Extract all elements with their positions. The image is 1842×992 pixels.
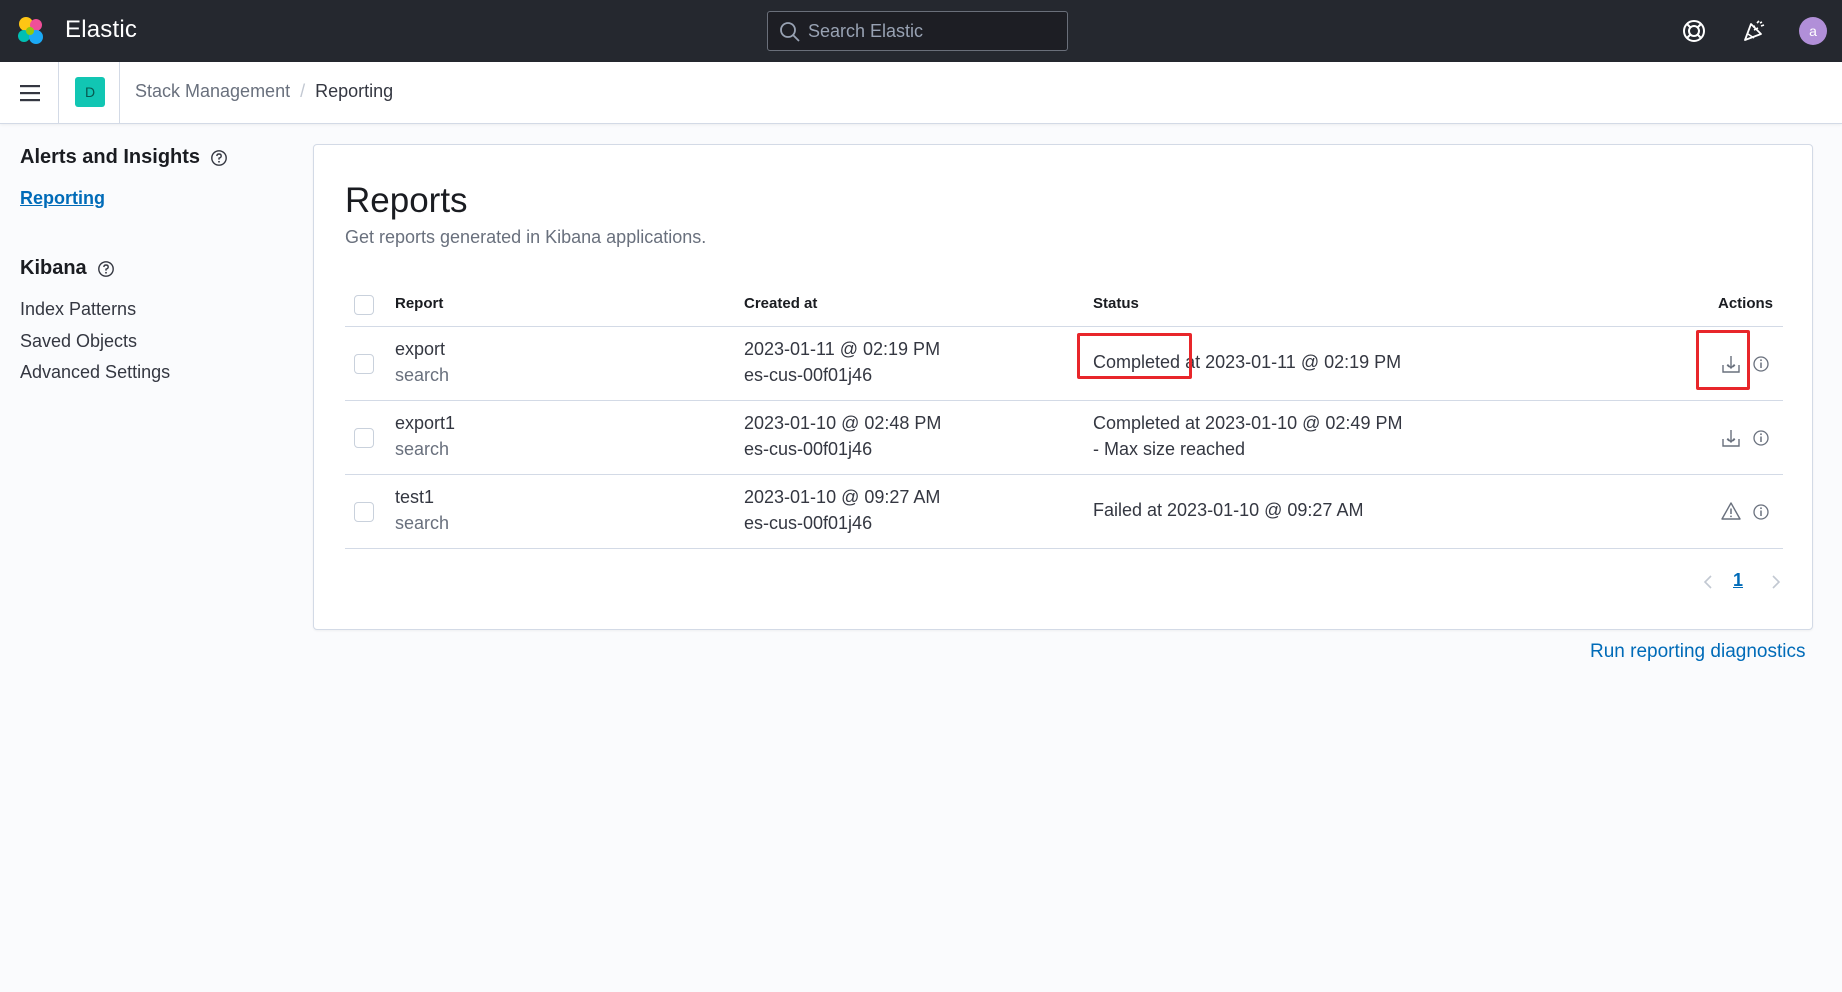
run-diagnostics-link[interactable]: Run reporting diagnostics <box>1590 641 1805 663</box>
question-icon[interactable] <box>97 260 115 278</box>
status-warning: - Max size reached <box>1093 439 1246 459</box>
report-type: search <box>395 439 450 459</box>
status-text: Completed at 2023-01-11 @ 02:19 PM <box>1093 352 1401 373</box>
column-header-created-at[interactable]: Created at <box>744 295 817 312</box>
table-row: export search 2023-01-11 @ 02:19 PM es-c… <box>345 327 1783 401</box>
status-detail: at 2023-01-11 @ 02:19 PM <box>1185 352 1402 372</box>
breadcrumb-separator: / <box>300 81 306 101</box>
report-type: search <box>395 513 450 533</box>
info-icon[interactable] <box>1750 353 1772 375</box>
report-type: search <box>395 365 450 385</box>
reports-table: Report Created at Status Actions export … <box>345 281 1783 549</box>
created-at: 2023-01-11 @ 02:19 PM <box>744 339 941 359</box>
search-input[interactable] <box>808 12 1063 50</box>
table-row: export1 search 2023-01-10 @ 02:48 PM es-… <box>345 401 1783 475</box>
space-badge[interactable]: D <box>75 77 105 107</box>
row-checkbox[interactable] <box>354 428 374 448</box>
pagination-prev-icon <box>1700 573 1718 591</box>
table-header: Report Created at Status Actions <box>345 281 1783 327</box>
column-header-status[interactable]: Status <box>1093 295 1139 312</box>
status-label: Completed <box>1093 352 1181 372</box>
table-row: test1 search 2023-01-10 @ 09:27 AM es-cu… <box>345 475 1783 549</box>
sidebar-item-advanced-settings[interactable]: Advanced Settings <box>20 362 170 383</box>
column-header-report[interactable]: Report <box>395 295 443 312</box>
pagination-next-icon <box>1766 573 1784 591</box>
column-header-actions: Actions <box>1718 295 1774 312</box>
nav-section-title: Kibana <box>20 257 87 279</box>
select-all-checkbox[interactable] <box>354 295 374 315</box>
global-search[interactable] <box>767 11 1068 51</box>
page-description: Get reports generated in Kibana applicat… <box>345 227 707 247</box>
report-title: test1 <box>395 487 435 507</box>
report-title: export1 <box>395 413 456 433</box>
breadcrumb-bar: D Stack Management / Reporting <box>0 62 1842 124</box>
user-avatar[interactable]: a <box>1799 17 1827 45</box>
created-by: es-cus-00f01j46 <box>744 365 873 385</box>
status-text: Completed at 2023-01-10 @ 02:49 PM <box>1093 413 1403 433</box>
divider <box>58 62 59 124</box>
elastic-logo[interactable] <box>14 14 48 48</box>
top-header: Elastic a <box>0 0 1842 62</box>
reports-panel: Reports Get reports generated in Kibana … <box>313 144 1813 630</box>
download-icon[interactable] <box>1720 427 1742 449</box>
nav-section-alerts: Alerts and Insights <box>20 146 228 169</box>
created-at: 2023-01-10 @ 02:48 PM <box>744 413 942 433</box>
report-title: export <box>395 339 446 359</box>
warning-icon[interactable] <box>1720 500 1742 522</box>
sidebar-item-saved-objects[interactable]: Saved Objects <box>20 331 137 352</box>
newsfeed-icon[interactable] <box>1741 18 1767 44</box>
info-icon[interactable] <box>1750 427 1772 449</box>
pagination-page-1[interactable]: 1 <box>1733 570 1743 591</box>
nav-section-title: Alerts and Insights <box>20 146 201 168</box>
row-checkbox[interactable] <box>354 354 374 374</box>
created-by: es-cus-00f01j46 <box>744 513 873 533</box>
menu-toggle-icon[interactable] <box>19 81 43 105</box>
breadcrumb-stack-management[interactable]: Stack Management <box>135 81 290 102</box>
help-lifebuoy-icon[interactable] <box>1681 18 1707 44</box>
question-icon[interactable] <box>210 149 228 167</box>
nav-section-kibana: Kibana <box>20 257 115 280</box>
status-text: Failed at 2023-01-10 @ 09:27 AM <box>1093 500 1364 520</box>
sidebar-item-index-patterns[interactable]: Index Patterns <box>20 299 136 320</box>
sidebar-item-reporting[interactable]: Reporting <box>20 188 105 209</box>
page-title: Reports <box>345 181 468 220</box>
created-at: 2023-01-10 @ 09:27 AM <box>744 487 941 507</box>
search-icon <box>779 21 801 43</box>
created-by: es-cus-00f01j46 <box>744 439 873 459</box>
divider <box>119 62 120 124</box>
row-checkbox[interactable] <box>354 502 374 522</box>
info-icon[interactable] <box>1750 501 1772 523</box>
breadcrumb-reporting: Reporting <box>315 81 394 101</box>
download-icon[interactable] <box>1720 353 1742 375</box>
breadcrumb: Stack Management / Reporting <box>135 81 393 102</box>
brand-name: Elastic <box>65 16 138 43</box>
